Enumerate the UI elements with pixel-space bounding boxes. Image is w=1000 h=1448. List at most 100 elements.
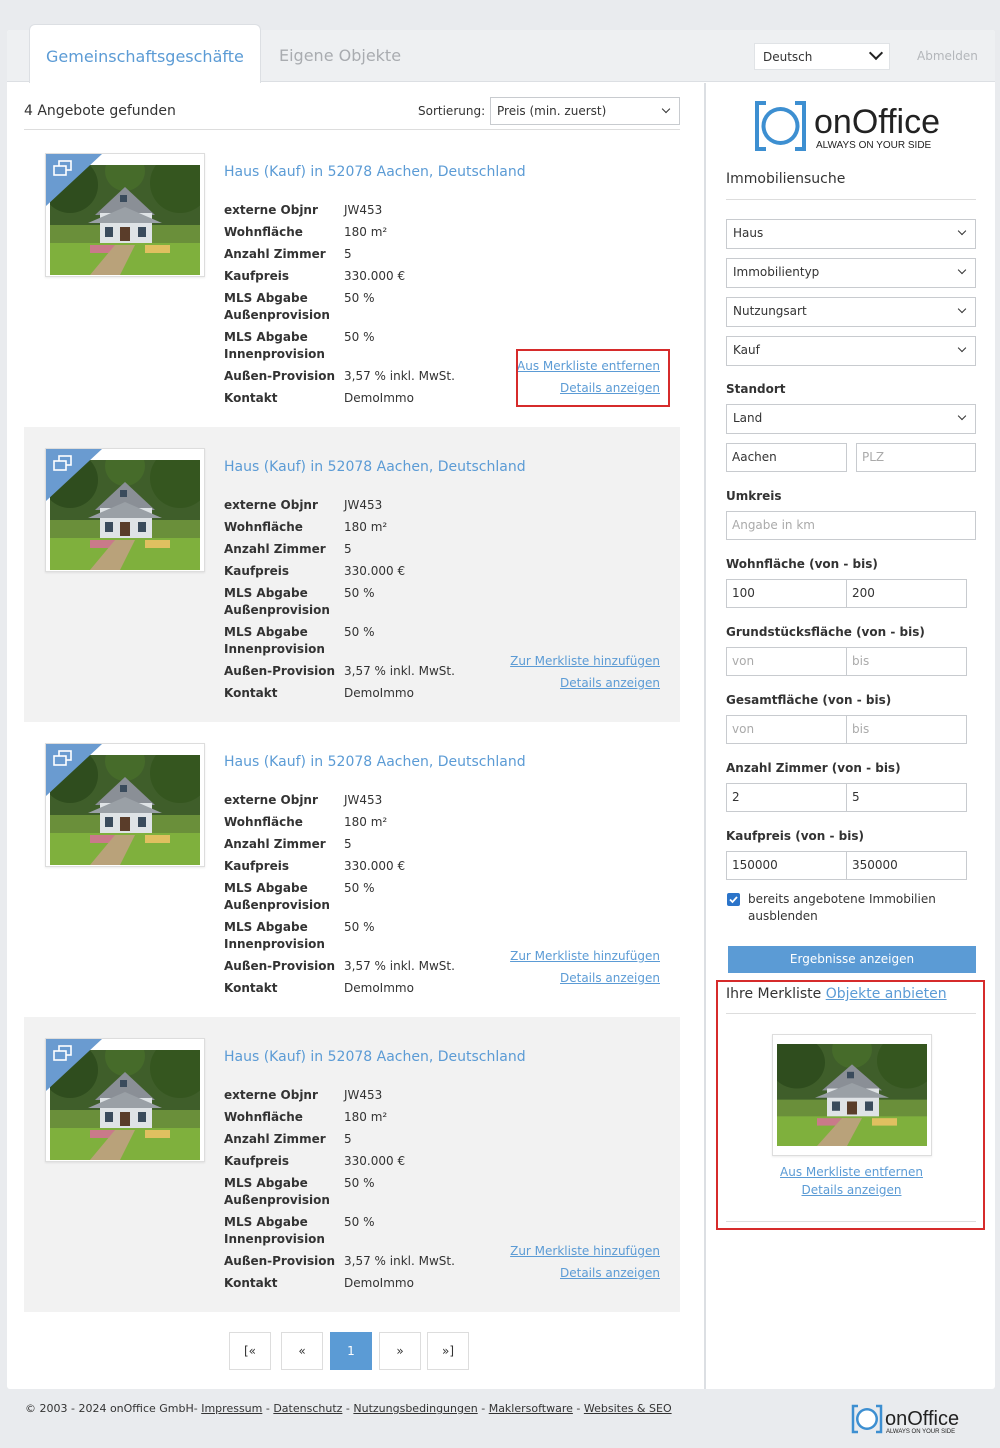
merkliste-toggle-link[interactable]: Zur Merkliste hinzufügen xyxy=(510,1244,660,1258)
zimmer-bis-input[interactable]: 5 xyxy=(846,783,967,812)
property-label: Wohnfläche xyxy=(224,225,303,239)
highlight-box xyxy=(516,349,670,407)
property-row: MLS Abgabe Außenprovision 50 % xyxy=(224,290,514,324)
page-button[interactable]: » xyxy=(379,1332,421,1370)
listing-title[interactable]: Haus (Kauf) in 52078 Aachen, Deutschland xyxy=(224,459,526,475)
footer-logo-wordmark: onOffice xyxy=(885,1408,959,1430)
merkliste-toggle-link[interactable]: Zur Merkliste hinzufügen xyxy=(510,654,660,668)
kaufpreis-von-input[interactable]: 150000 xyxy=(726,851,847,880)
property-row: MLS Abgabe Innenprovision 50 % xyxy=(224,329,514,363)
property-label: Kaufpreis xyxy=(224,269,290,283)
grundstueck-label: Grundstücksfläche (von - bis) xyxy=(726,625,925,639)
property-row: Anzahl Zimmer 5 xyxy=(224,1131,514,1148)
chevron-down-icon xyxy=(957,343,967,353)
divider xyxy=(24,129,680,130)
gallery-icon xyxy=(53,1045,72,1061)
page-button[interactable]: [« xyxy=(229,1332,271,1370)
page-button[interactable]: 1 xyxy=(330,1332,372,1370)
wohnflaeche-von-input[interactable]: 100 xyxy=(726,579,847,608)
listing-thumbnail[interactable] xyxy=(45,448,205,572)
listing-actions: Zur Merkliste hinzufügen Details anzeigen xyxy=(510,650,660,694)
property-value: JW453 xyxy=(344,498,383,512)
listing-actions: Zur Merkliste hinzufügen Details anzeigen xyxy=(510,945,660,989)
merkliste-toggle-link[interactable]: Zur Merkliste hinzufügen xyxy=(510,949,660,963)
footer-link-websites-seo[interactable]: Websites & SEO xyxy=(584,1402,672,1415)
footer-link-nutzungsbedingungen[interactable]: Nutzungsbedingungen xyxy=(353,1402,477,1415)
footer-link-maklersoftware[interactable]: Maklersoftware xyxy=(489,1402,573,1415)
show-results-button[interactable]: Ergebnisse anzeigen xyxy=(728,946,976,973)
property-value: 3,57 % inkl. MwSt. xyxy=(344,959,455,973)
sort-select[interactable]: Preis (min. zuerst) xyxy=(490,97,680,125)
details-link[interactable]: Details anzeigen xyxy=(560,1266,660,1280)
immobilientyp-select[interactable]: Immobilientyp xyxy=(726,258,976,288)
separator: - xyxy=(342,1402,354,1415)
listing-thumbnail[interactable] xyxy=(45,1038,205,1162)
vermarktungsart-select[interactable]: Kauf xyxy=(726,336,976,366)
listing-title[interactable]: Haus (Kauf) in 52078 Aachen, Deutschland xyxy=(224,754,526,770)
hide-offered-checkbox[interactable] xyxy=(727,893,740,906)
property-row: Kontakt DemoImmo xyxy=(224,685,514,702)
tab-gemeinschaftsgeschaefte[interactable]: Gemeinschaftsgeschäfte xyxy=(29,24,261,83)
listing-item: Haus (Kauf) in 52078 Aachen, Deutschland… xyxy=(24,722,680,1017)
nutzungsart-select[interactable]: Nutzungsart xyxy=(726,297,976,327)
ort-input[interactable]: Aachen xyxy=(726,443,847,472)
page-button[interactable]: « xyxy=(281,1332,323,1370)
objektart-select[interactable]: Haus xyxy=(726,219,976,249)
gesamt-von-input[interactable]: von xyxy=(726,715,847,744)
property-table: externe Objnr JW453 Wohnfläche 180 m² Anzahl… xyxy=(224,792,514,1002)
property-value: JW453 xyxy=(344,1088,383,1102)
tab-eigene-objekte[interactable]: Eigene Objekte xyxy=(263,30,417,82)
property-value: DemoImmo xyxy=(344,686,414,700)
property-row: Anzahl Zimmer 5 xyxy=(224,541,514,558)
kaufpreis-bis-input[interactable]: 350000 xyxy=(846,851,967,880)
wohnflaeche-label: Wohnfläche (von - bis) xyxy=(726,557,878,571)
property-row: Kaufpreis 330.000 € xyxy=(224,858,514,875)
onoffice-logo: onOffice ALWAYS ON YOUR SIDE xyxy=(755,101,940,151)
property-table: externe Objnr JW453 Wohnfläche 180 m² Anzahl… xyxy=(224,497,514,707)
grundstueck-von-input[interactable]: von xyxy=(726,647,847,676)
plz-input[interactable]: PLZ xyxy=(856,443,976,472)
logo-tagline: ALWAYS ON YOUR SIDE xyxy=(816,140,932,151)
listing-title[interactable]: Haus (Kauf) in 52078 Aachen, Deutschland xyxy=(224,164,526,180)
property-value: 3,57 % inkl. MwSt. xyxy=(344,1254,455,1268)
property-label: MLS Abgabe Außenprovision xyxy=(224,586,330,617)
property-label: MLS Abgabe Innenprovision xyxy=(224,920,325,951)
divider xyxy=(726,199,976,200)
results-panel: 4 Angebote gefunden Sortierung: Preis (m… xyxy=(7,83,704,1389)
zimmer-von-input[interactable]: 2 xyxy=(726,783,847,812)
details-link[interactable]: Details anzeigen xyxy=(560,971,660,985)
property-row: MLS Abgabe Innenprovision 50 % xyxy=(224,624,514,658)
gesamt-bis-input[interactable]: bis xyxy=(846,715,967,744)
footer-link-impressum[interactable]: Impressum xyxy=(201,1402,262,1415)
property-value: 5 xyxy=(344,1132,352,1146)
property-value: DemoImmo xyxy=(344,391,414,405)
wohnflaeche-bis-input[interactable]: 200 xyxy=(846,579,967,608)
logout-link[interactable]: Abmelden xyxy=(917,49,978,63)
grundstueck-bis-input[interactable]: bis xyxy=(846,647,967,676)
property-label: MLS Abgabe Innenprovision xyxy=(224,1215,325,1246)
language-select[interactable]: Deutsch xyxy=(754,43,890,70)
property-row: Außen-Provision 3,57 % inkl. MwSt. xyxy=(224,663,514,680)
sort-label: Sortierung: xyxy=(418,104,486,118)
chevron-down-icon xyxy=(868,45,884,61)
umkreis-input[interactable]: Angabe in km xyxy=(726,511,976,540)
details-link[interactable]: Details anzeigen xyxy=(560,676,660,690)
page-button[interactable]: »] xyxy=(427,1332,469,1370)
property-label: Anzahl Zimmer xyxy=(224,1132,326,1146)
property-label: externe Objnr xyxy=(224,203,318,217)
property-label: Außen-Provision xyxy=(224,959,336,973)
property-label: MLS Abgabe Außenprovision xyxy=(224,291,330,322)
footer-link-datenschutz[interactable]: Datenschutz xyxy=(273,1402,342,1415)
listing-thumbnail[interactable] xyxy=(45,743,205,867)
gallery-icon xyxy=(53,455,72,471)
listing-actions: Zur Merkliste hinzufügen Details anzeigen xyxy=(510,1240,660,1284)
footer-onoffice-logo: onOffice ALWAYS ON YOUR SIDE xyxy=(851,1404,959,1435)
property-label: MLS Abgabe Außenprovision xyxy=(224,1176,330,1207)
property-label: Anzahl Zimmer xyxy=(224,837,326,851)
property-row: externe Objnr JW453 xyxy=(224,1087,514,1104)
nutzungsart-value: Nutzungsart xyxy=(733,304,807,318)
listing-title[interactable]: Haus (Kauf) in 52078 Aachen, Deutschland xyxy=(224,1049,526,1065)
property-value: DemoImmo xyxy=(344,1276,414,1290)
land-select[interactable]: Land xyxy=(726,404,976,434)
listing-thumbnail[interactable] xyxy=(45,153,205,277)
